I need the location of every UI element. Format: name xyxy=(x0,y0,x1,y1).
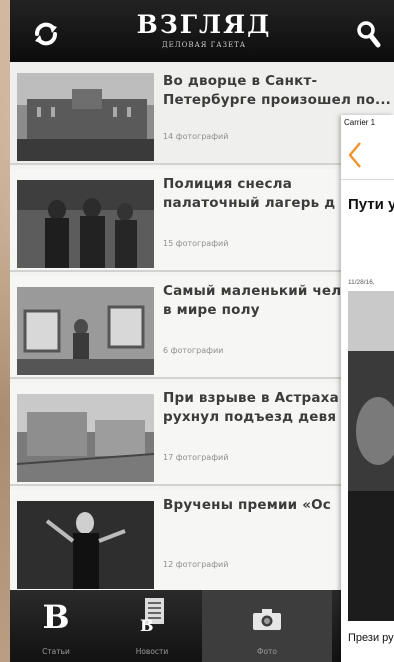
article-headline: Пути упра Мино xyxy=(348,196,394,213)
refresh-icon[interactable] xyxy=(32,22,60,46)
tab-photo[interactable]: Фото xyxy=(202,590,332,662)
top-bar: ВЗГЛЯД ДЕЛОВАЯ ГАЗЕТА xyxy=(10,0,394,62)
tab-articles[interactable]: B Статьи xyxy=(10,590,102,662)
tab-news[interactable]: B Новости xyxy=(102,590,202,662)
article-photo xyxy=(348,291,394,621)
svg-text:B: B xyxy=(140,616,154,632)
feed-thumbnail xyxy=(17,501,154,589)
photo-feed: Во дворце в Санкт-Петербурге произошел п… xyxy=(10,62,394,593)
feed-thumbnail xyxy=(17,287,154,375)
photo-count: 14 фотографий xyxy=(163,132,229,141)
main-phone-screen: ВЗГЛЯД ДЕЛОВАЯ ГАЗЕТА Во дворце в Санкт-… xyxy=(10,0,394,662)
photo-count: 12 фотографий xyxy=(163,560,229,569)
feed-item[interactable]: При взрыве в Астраха рухнул подъезд девя… xyxy=(10,383,394,486)
tab-label: Фото xyxy=(256,647,277,656)
feed-item[interactable]: Самый маленький человек в мире полу 6 фо… xyxy=(10,276,394,379)
tab-bar: B Статьи B Новости Фото xyxy=(10,590,394,662)
feed-item-title: Во дворце в Санкт-Петербурге произошел п… xyxy=(163,73,391,108)
feed-item[interactable]: Полиция снесла палаточный лагерь д 15 фо… xyxy=(10,169,394,272)
feed-thumbnail xyxy=(17,394,154,482)
feed-thumbnail xyxy=(17,180,154,268)
photo-count: 6 фотографии xyxy=(163,346,224,355)
tab-label: Статьи xyxy=(42,647,70,656)
photo-count: 15 фотографий xyxy=(163,239,229,248)
photo-count: 17 фотографий xyxy=(163,453,229,462)
tab-label: Новости xyxy=(135,647,169,656)
logo-main-text: ВЗГЛЯД xyxy=(136,10,272,39)
nav-bar xyxy=(341,133,394,180)
search-icon[interactable] xyxy=(356,20,382,48)
app-logo: ВЗГЛЯД ДЕЛОВАЯ ГАЗЕТА xyxy=(124,10,284,56)
camera-icon xyxy=(253,608,281,632)
article-date: 11/28/16, xyxy=(348,279,375,286)
overlapping-article-screen: Carrier 1 Пути упра Мино 11/28/16, Прези… xyxy=(341,115,394,662)
b-logo-icon: B xyxy=(42,598,70,636)
news-icon: B xyxy=(140,598,166,635)
article-caption: Прези руков xyxy=(348,632,394,644)
feed-item[interactable]: Во дворце в Санкт-Петербурге произошел п… xyxy=(10,62,394,165)
carrier-status: Carrier 1 xyxy=(344,118,376,127)
feed-thumbnail xyxy=(17,73,154,161)
feed-item[interactable]: Вручены премии «Ос 12 фотографий xyxy=(10,490,394,593)
chevron-left-icon[interactable] xyxy=(347,141,363,173)
logo-subtitle: ДЕЛОВАЯ ГАЗЕТА xyxy=(161,41,247,49)
